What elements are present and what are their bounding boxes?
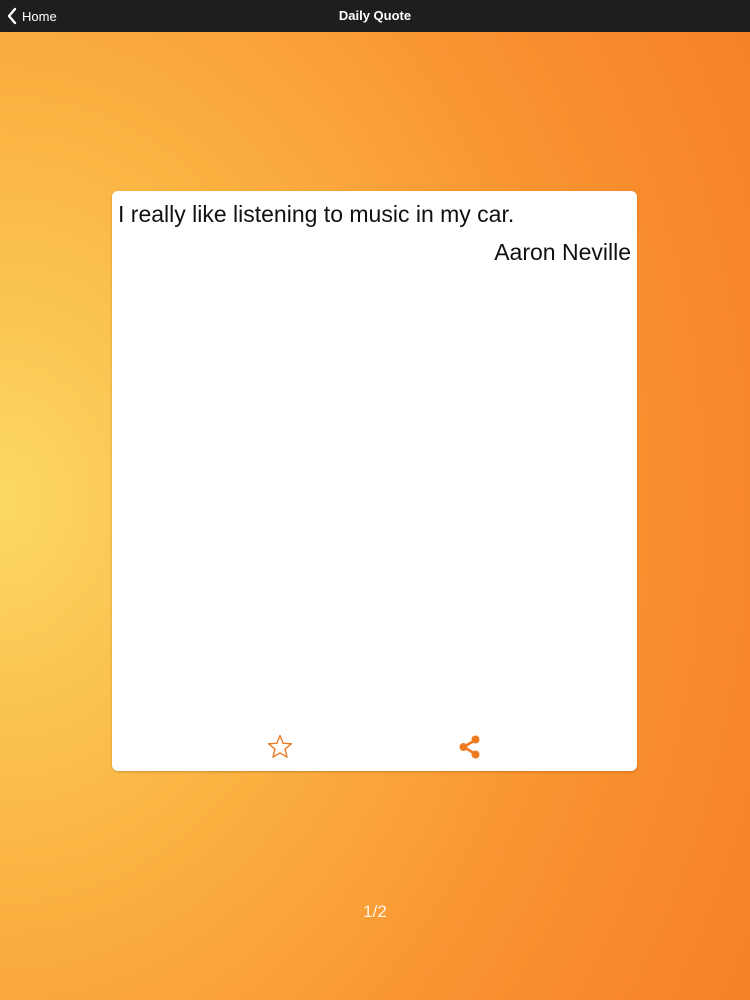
app-screen: Home Daily Quote I really like listening… xyxy=(0,0,750,1000)
favorite-button[interactable] xyxy=(266,733,294,761)
quote-text: I really like listening to music in my c… xyxy=(118,201,515,227)
share-icon xyxy=(456,735,484,765)
star-outline-icon xyxy=(266,734,294,765)
quote-author: Aaron Neville xyxy=(494,239,631,265)
page-title: Daily Quote xyxy=(338,8,412,23)
navigation-bar: Home Daily Quote xyxy=(0,0,750,32)
page-indicator: 1/2 xyxy=(363,902,387,921)
quote-card: I really like listening to music in my c… xyxy=(112,191,637,771)
share-button[interactable] xyxy=(456,733,484,761)
